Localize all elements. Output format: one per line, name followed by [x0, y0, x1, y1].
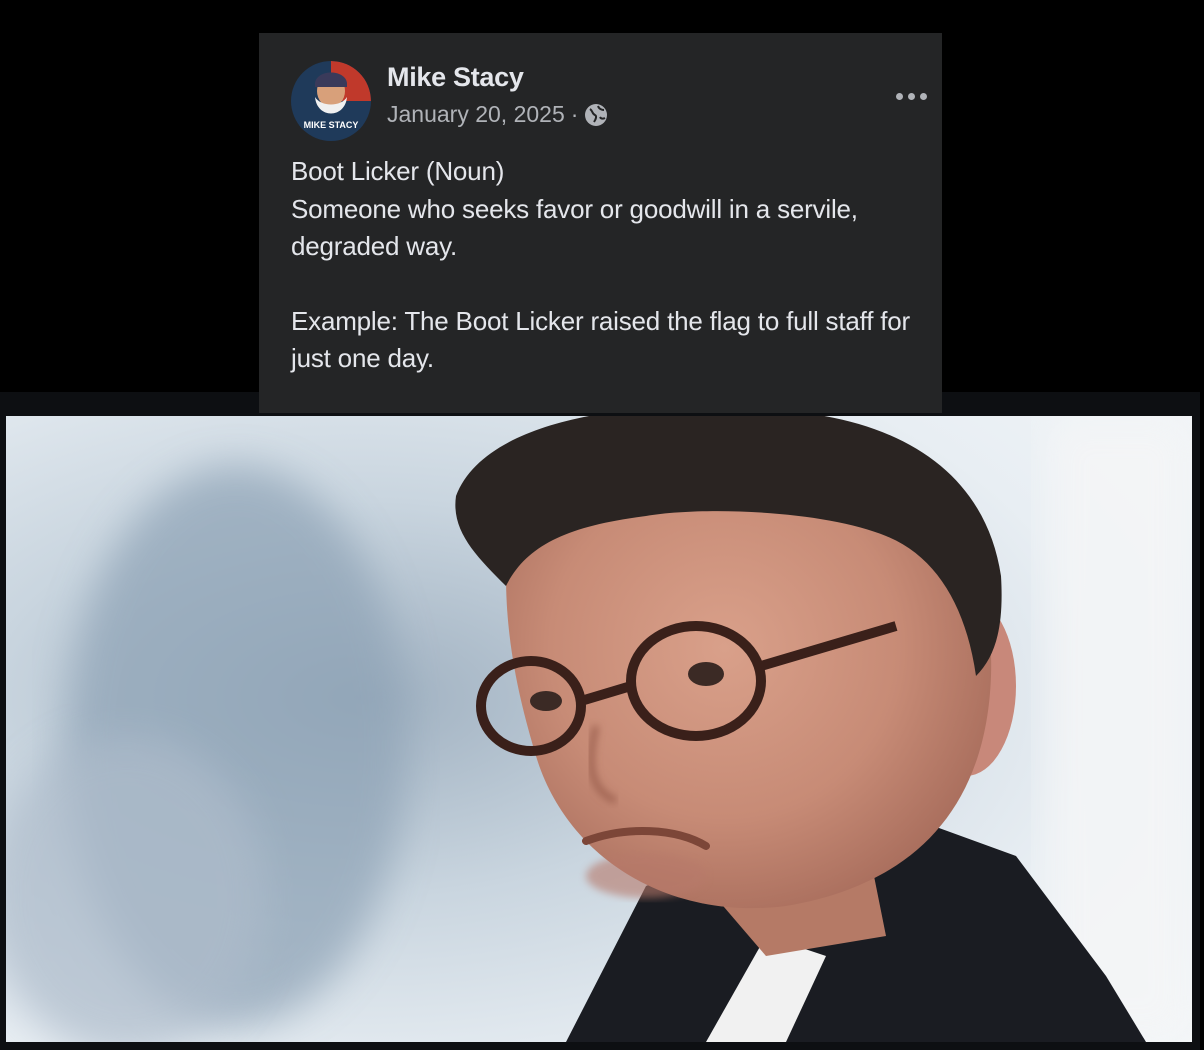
meta-separator: ·: [570, 101, 579, 127]
more-options-icon[interactable]: [891, 81, 931, 111]
avatar-logo-text: MIKE STACY: [304, 120, 359, 130]
post-card: MIKE STACY Mike Stacy January 20, 2025 ·…: [259, 33, 942, 413]
portrait-illustration: [6, 416, 1192, 1042]
post-meta: January 20, 2025 ·: [387, 101, 608, 128]
post-text-line: Boot Licker (Noun): [291, 156, 505, 186]
post-text-line: Example: The Boot Licker raised the flag…: [291, 305, 910, 374]
post-photo[interactable]: [6, 416, 1192, 1042]
post-date[interactable]: January 20, 2025: [387, 101, 565, 128]
avatar[interactable]: MIKE STACY: [291, 61, 371, 141]
author-name[interactable]: Mike Stacy: [387, 62, 524, 93]
globe-icon[interactable]: [584, 103, 608, 127]
post-text-line: Someone who seeks favor or goodwill in a…: [291, 193, 858, 262]
post-text: Boot Licker (Noun) Someone who seeks fav…: [291, 153, 931, 378]
